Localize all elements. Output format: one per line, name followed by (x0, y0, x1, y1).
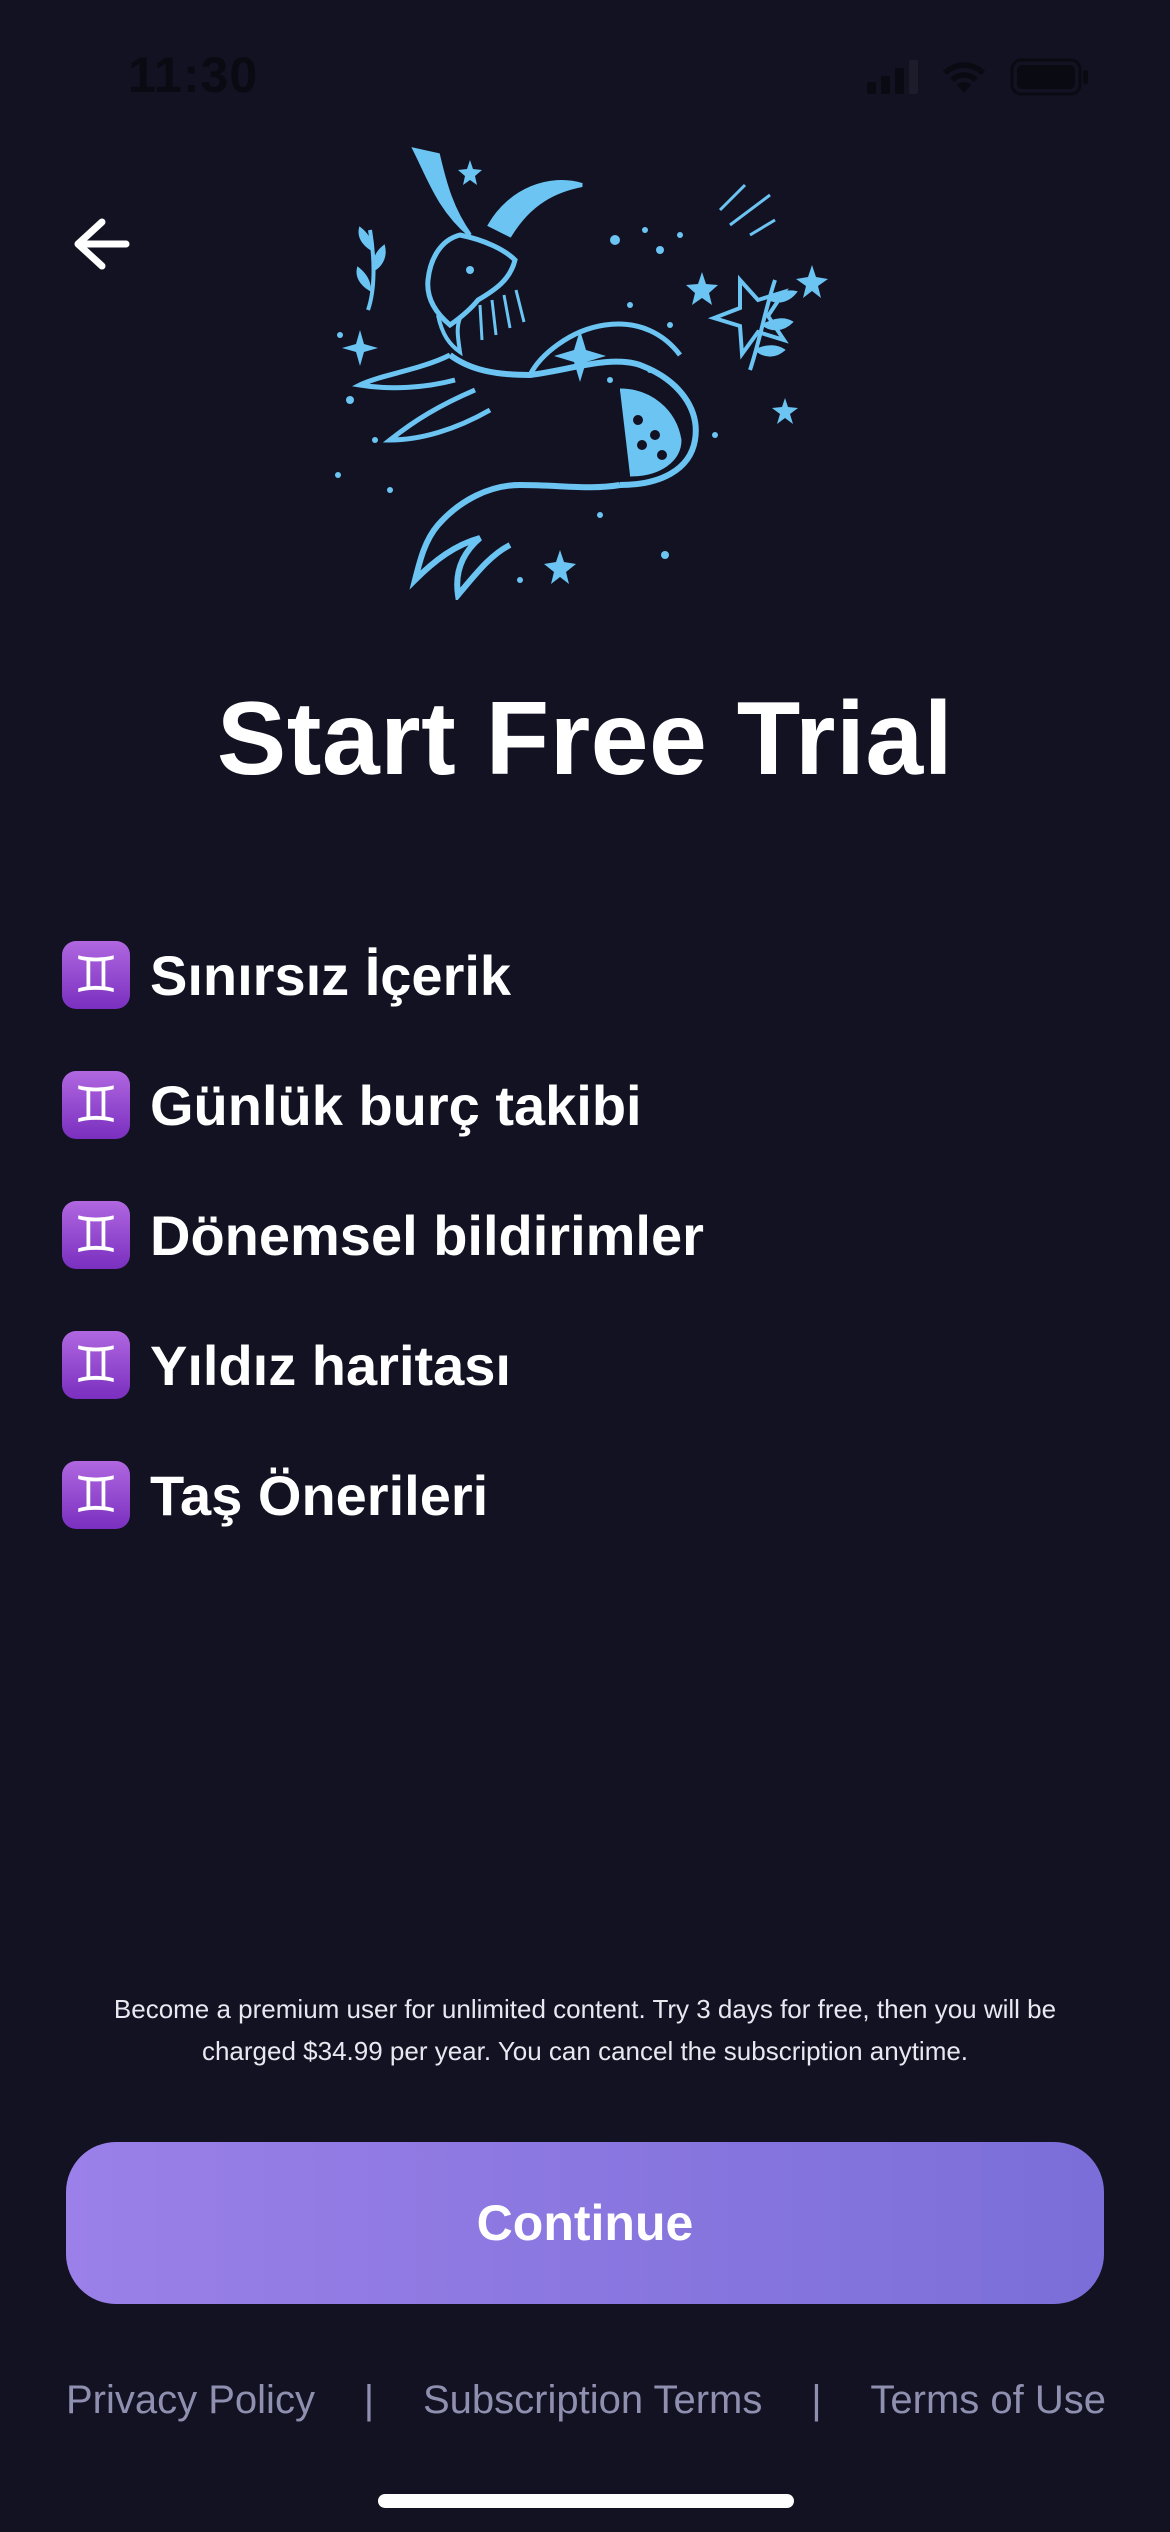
disclaimer-line-1: Become a premium user for unlimited cont… (113, 1994, 1057, 2024)
gemini-sign-icon: ♊ (62, 941, 130, 1009)
footer-separator: | (363, 2378, 375, 2422)
back-button[interactable] (62, 204, 142, 284)
arrow-left-icon (74, 218, 130, 270)
home-indicator (378, 2494, 794, 2508)
status-icons (867, 58, 1090, 96)
feature-label: Dönemsel bildirimler (150, 1203, 704, 1267)
feature-item-daily-horoscope: ♊ Günlük burç takibi (62, 1040, 1102, 1170)
cellular-signal-icon (867, 60, 918, 94)
gemini-sign-icon: ♊ (62, 1201, 130, 1269)
footer-links: Privacy Policy | Subscription Terms | Te… (66, 2378, 1106, 2423)
disclaimer-line-2: charged $34.99 per year. You can cancel … (201, 2036, 969, 2066)
gemini-sign-icon: ♊ (62, 1071, 130, 1139)
feature-label: Taş Önerileri (150, 1463, 489, 1527)
wifi-icon (940, 59, 988, 95)
feature-item-star-map: ♊ Yıldız haritası (62, 1300, 1102, 1430)
footer-separator: | (811, 2378, 822, 2422)
paywall-screen: 11:30 Start Free Trial ♊ Sınırsız İçerik… (0, 0, 1170, 2532)
status-time: 11:30 (128, 47, 259, 103)
feature-label: Sınırsız İçerik (150, 943, 512, 1007)
subscription-terms-link[interactable]: Subscription Terms (423, 2378, 762, 2423)
page-title: Start Free Trial (216, 681, 954, 797)
privacy-policy-link[interactable]: Privacy Policy (66, 2378, 315, 2423)
battery-icon (1010, 58, 1090, 96)
terms-of-use-link[interactable]: Terms of Use (870, 2378, 1106, 2423)
feature-item-unlimited-content: ♊ Sınırsız İçerik (62, 910, 1102, 1040)
capricorn-zodiac-illustration (335, 147, 828, 600)
feature-item-periodic-notifications: ♊ Dönemsel bildirimler (62, 1170, 1102, 1300)
feature-list: ♊ Sınırsız İçerik ♊ Günlük burç takibi ♊… (62, 910, 1102, 1560)
feature-label: Yıldız haritası (150, 1333, 511, 1397)
subscription-disclaimer: Become a premium user for unlimited cont… (70, 1988, 1100, 2072)
continue-button[interactable]: Continue (66, 2142, 1104, 2304)
gemini-sign-icon: ♊ (62, 1461, 130, 1529)
gemini-sign-icon: ♊ (62, 1331, 130, 1399)
feature-item-stone-suggestions: ♊ Taş Önerileri (62, 1430, 1102, 1560)
feature-label: Günlük burç takibi (150, 1073, 642, 1137)
status-bar: 11:30 (0, 0, 1170, 150)
